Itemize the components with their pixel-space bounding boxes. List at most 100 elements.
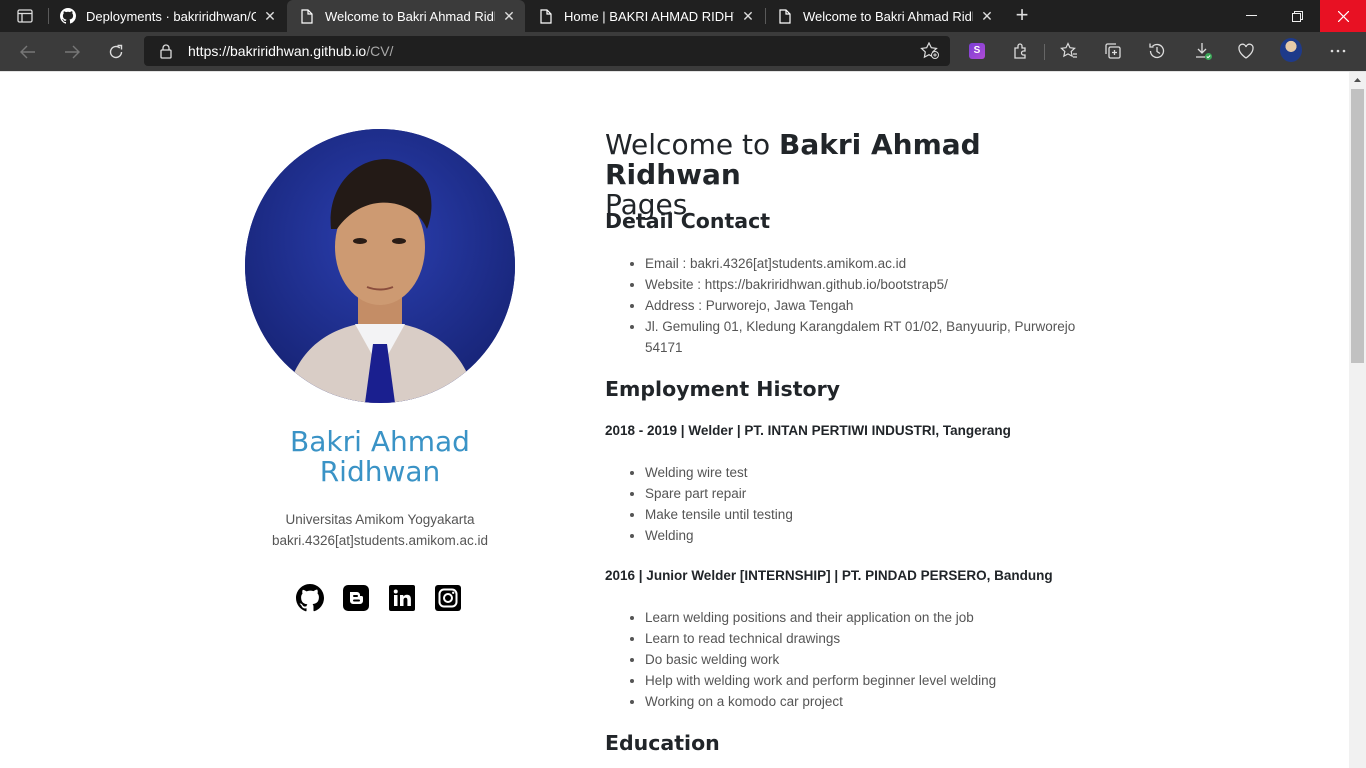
- restore-icon: [1291, 10, 1303, 22]
- list-item: Learn welding positions and their applic…: [645, 607, 1105, 628]
- puzzle-icon: [1014, 43, 1026, 59]
- favorites-button[interactable]: [1058, 40, 1080, 62]
- favorites-star-icon: [1060, 42, 1077, 58]
- blogger-link[interactable]: [342, 584, 370, 612]
- download-icon: [1196, 43, 1212, 60]
- close-tab-icon[interactable]: ✕: [262, 8, 278, 24]
- scroll-up-arrow[interactable]: [1349, 72, 1366, 88]
- refresh-button[interactable]: [102, 38, 130, 66]
- page-icon: [299, 8, 315, 24]
- profile-name: Bakri Ahmad Ridhwan: [290, 425, 470, 488]
- page-icon: [538, 8, 554, 24]
- close-tab-icon[interactable]: ✕: [979, 8, 995, 24]
- list-item: Spare part repair: [645, 483, 1105, 504]
- performance-button[interactable]: [1235, 40, 1257, 62]
- heart-pulse-icon: [1238, 43, 1254, 59]
- job-task-list: Learn welding positions and their applic…: [645, 607, 1105, 712]
- tab-strip: Deployments · bakriridhwan/CV ✕ Welcome …: [0, 0, 1366, 32]
- list-item: Do basic welding work: [645, 649, 1105, 670]
- page-top-edge: [0, 71, 1366, 72]
- toolbar-divider: [1044, 44, 1045, 60]
- more-dots-icon: [1330, 49, 1346, 53]
- downloads-button[interactable]: [1192, 40, 1214, 62]
- page-scrollbar[interactable]: [1349, 72, 1366, 768]
- contact-heading: Detail Contact: [605, 209, 771, 233]
- instagram-icon: [435, 585, 461, 611]
- close-tab-icon[interactable]: ✕: [501, 8, 517, 24]
- github-icon: [60, 8, 76, 24]
- list-item: Working on a komodo car project: [645, 691, 1105, 712]
- refresh-icon: [109, 44, 123, 59]
- list-item: Help with welding work and perform begin…: [645, 670, 1105, 691]
- forward-button[interactable]: [58, 38, 86, 66]
- linkedin-icon: [389, 585, 415, 611]
- page-title: Welcome to Bakri Ahmad Ridhwan Pages: [605, 130, 1105, 220]
- page-icon: [777, 8, 793, 24]
- contact-list: Email : bakri.4326[at]students.amikom.ac…: [645, 253, 1105, 358]
- profile-photo-image: [245, 129, 515, 403]
- add-favorite-icon[interactable]: [920, 42, 940, 60]
- contact-street: Jl. Gemuling 01, Kledung Karangdalem RT …: [645, 316, 1105, 358]
- avatar: [1280, 38, 1302, 62]
- collections-button[interactable]: [1102, 40, 1124, 62]
- collections-icon: [1105, 43, 1121, 59]
- url-host: https://bakriridhwan.github.io: [188, 43, 367, 59]
- address-bar[interactable]: https://bakriridhwan.github.io/CV/: [144, 36, 950, 66]
- contact-website: Website : https://bakriridhwan.github.io…: [645, 274, 1105, 295]
- tab-title: Welcome to Bakri Ahmad Ridhwan Pages: [803, 8, 973, 24]
- blogger-icon: [343, 585, 369, 611]
- arrow-right-icon: [65, 45, 80, 59]
- job-title: 2016 | Junior Welder [INTERNSHIP] | PT. …: [605, 568, 1053, 583]
- settings-menu-button[interactable]: [1327, 40, 1349, 62]
- github-link[interactable]: [296, 584, 324, 612]
- employment-heading: Employment History: [605, 377, 841, 401]
- history-icon: [1149, 43, 1165, 59]
- tab-title: Deployments · bakriridhwan/CV: [86, 8, 256, 24]
- history-button[interactable]: [1146, 40, 1168, 62]
- browser-toolbar: https://bakriridhwan.github.io/CV/ S: [0, 32, 1366, 71]
- url-text[interactable]: https://bakriridhwan.github.io/CV/: [188, 43, 393, 59]
- list-item: Learn to read technical drawings: [645, 628, 1105, 649]
- triangle-up-icon: [1354, 78, 1361, 82]
- list-item: Make tensile until testing: [645, 504, 1105, 525]
- tab-welcome-2[interactable]: Welcome to Bakri Ahmad Ridhwan Pages ✕: [765, 0, 1003, 32]
- github-icon: [296, 584, 324, 612]
- education-heading: Education: [605, 731, 720, 755]
- tab-title: Welcome to Bakri Ahmad Ridhwan Pages: [325, 8, 495, 24]
- profile-photo: [245, 129, 515, 403]
- social-links: [296, 584, 462, 612]
- tab-deployments[interactable]: Deployments · bakriridhwan/CV ✕: [48, 0, 286, 32]
- list-item: Welding wire test: [645, 462, 1105, 483]
- restore-button[interactable]: [1274, 0, 1320, 32]
- close-tab-icon[interactable]: ✕: [740, 8, 756, 24]
- tab-actions-button[interactable]: [8, 4, 42, 28]
- new-tab-button[interactable]: +: [1010, 4, 1034, 28]
- tab-home[interactable]: Home | BAKRI AHMAD RIDHWAN ✕: [526, 0, 764, 32]
- url-path: /CV/: [366, 43, 394, 59]
- extension-s-label: S: [969, 43, 985, 59]
- lock-icon: [160, 44, 172, 59]
- minimize-icon: [1245, 15, 1257, 16]
- instagram-link[interactable]: [434, 584, 462, 612]
- back-button[interactable]: [14, 38, 42, 66]
- tab-welcome-active[interactable]: Welcome to Bakri Ahmad Ridhwan Pages ✕: [287, 0, 525, 32]
- profile-button[interactable]: [1280, 38, 1302, 62]
- scroll-thumb[interactable]: [1351, 89, 1364, 363]
- profile-university: Universitas Amikom Yogyakarta: [285, 512, 475, 527]
- extension-s-button[interactable]: S: [966, 40, 988, 62]
- minimize-button[interactable]: [1228, 0, 1274, 32]
- tab-title: Home | BAKRI AHMAD RIDHWAN: [564, 8, 734, 24]
- profile-affiliation: Universitas Amikom Yogyakarta bakri.4326…: [230, 509, 530, 551]
- extensions-button[interactable]: [1010, 40, 1032, 62]
- window-close-button[interactable]: [1320, 0, 1366, 32]
- arrow-left-icon: [20, 45, 35, 59]
- tab-actions-icon: [17, 9, 33, 23]
- job-task-list: Welding wire test Spare part repair Make…: [645, 462, 1105, 546]
- job-title: 2018 - 2019 | Welder | PT. INTAN PERTIWI…: [605, 423, 1011, 438]
- linkedin-link[interactable]: [388, 584, 416, 612]
- profile-email: bakri.4326[at]students.amikom.ac.id: [271, 533, 489, 548]
- close-icon: [1337, 10, 1349, 22]
- contact-email: Email : bakri.4326[at]students.amikom.ac…: [645, 253, 1105, 274]
- list-item: Welding: [645, 525, 1105, 546]
- title-prefix: Welcome to: [605, 128, 779, 161]
